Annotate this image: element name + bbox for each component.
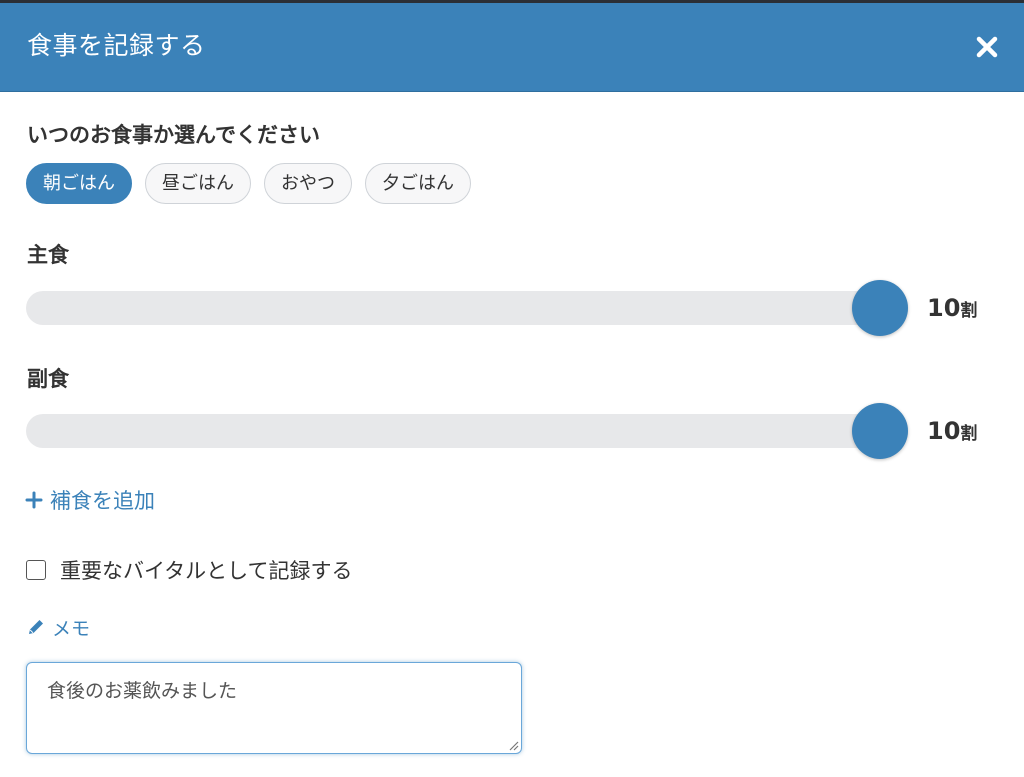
vital-checkbox[interactable] [26,560,46,580]
add-supplement-label: 補食を追加 [50,489,155,513]
staple-value-unit: 割 [960,301,978,321]
side-value: 10割 [927,416,977,446]
side-slider-track[interactable] [26,414,908,448]
staple-value: 10割 [927,293,977,323]
plus-icon [25,491,43,509]
side-value-number: 10 [927,417,961,445]
staple-food-label: 主食 [27,243,69,267]
memo-text[interactable]: 食後のお薬飲みました [47,680,237,702]
side-dish-slider[interactable] [26,403,908,459]
meal-type-label: いつのお食事か選んでください [27,123,320,147]
vital-option: 重要なバイタルとして記録する [26,555,353,585]
meal-option-dinner[interactable]: 夕ごはん [365,163,471,204]
memo-label: メモ [26,613,90,641]
add-supplement-button[interactable]: 補食を追加 [24,485,155,515]
memo-textarea[interactable]: 食後のお薬飲みました [26,662,522,754]
side-value-unit: 割 [960,424,978,444]
close-icon [976,36,998,58]
meal-option-breakfast[interactable]: 朝ごはん [26,163,132,204]
memo-label-text: メモ [52,617,91,640]
meal-option-lunch[interactable]: 昼ごはん [145,163,251,204]
side-slider-thumb[interactable] [852,403,908,459]
meal-type-options: 朝ごはん 昼ごはん おやつ 夕ごはん [26,163,471,204]
dialog-header: 食事を記録する [0,3,1024,92]
close-button[interactable] [972,32,1002,62]
dialog-title: 食事を記録する [27,31,206,60]
staple-value-number: 10 [927,294,961,322]
staple-slider-track[interactable] [26,291,908,325]
side-dish-label: 副食 [27,367,69,391]
vital-checkbox-label[interactable]: 重要なバイタルとして記録する [60,555,353,585]
resize-handle-icon[interactable] [507,739,519,751]
staple-food-slider[interactable] [26,280,908,336]
pencil-icon [29,620,43,634]
staple-slider-thumb[interactable] [852,280,908,336]
meal-option-snack[interactable]: おやつ [264,163,352,204]
